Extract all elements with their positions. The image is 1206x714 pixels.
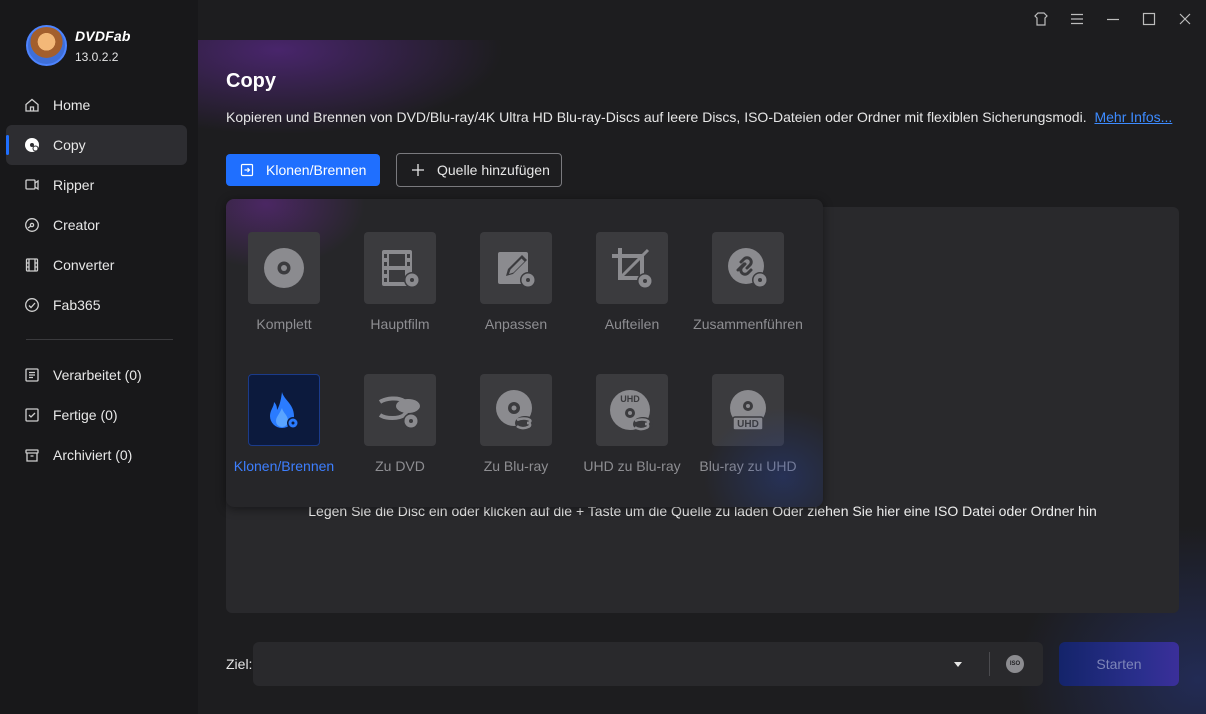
mode-icon-box — [364, 232, 436, 304]
sidebar-item-processing[interactable]: Verarbeitet (0) — [6, 355, 187, 395]
mode-label: Komplett — [256, 316, 312, 332]
sidebar-item-home[interactable]: Home — [6, 85, 187, 125]
mode-icon-box: UHD — [712, 374, 784, 446]
sidebar-item-fab365[interactable]: Fab365 — [6, 285, 187, 325]
merge-link-icon — [728, 248, 768, 288]
mode-label: Aufteilen — [604, 316, 660, 332]
minimize-icon[interactable] — [1105, 11, 1121, 27]
clone-burn-mode-button[interactable]: Klonen/Brennen — [226, 154, 380, 186]
mode-anpassen[interactable]: Anpassen — [458, 232, 574, 332]
sidebar-item-label: Home — [53, 97, 91, 113]
add-source-button[interactable]: Quelle hinzufügen — [396, 153, 562, 187]
ripper-icon — [24, 177, 40, 193]
output-label: Ziel: — [226, 656, 253, 672]
copy-disc-icon — [24, 137, 40, 153]
uhd-to-bluray-icon: UHD — [610, 390, 653, 431]
maximize-icon[interactable] — [1141, 11, 1157, 27]
copy-mode-panel: Komplett Hauptfilm Anpassen Aufteilen Zu… — [226, 199, 823, 507]
mode-switch-icon — [240, 163, 254, 177]
description-text: Kopieren und Brennen von DVD/Blu-ray/4K … — [226, 109, 1087, 125]
mode-bluray-zu-uhd[interactable]: UHD Blu-ray zu UHD — [690, 374, 806, 474]
svg-text:UHD: UHD — [620, 394, 640, 404]
app-name: DVDFab — [75, 27, 131, 44]
brand: DVDFab 13.0.2.2 — [26, 25, 131, 66]
sidebar-item-label: Fab365 — [53, 297, 101, 313]
split-crop-icon — [612, 248, 653, 289]
sidebar-item-finished[interactable]: Fertige (0) — [6, 395, 187, 435]
mode-label: Zu DVD — [375, 458, 425, 474]
plus-icon — [411, 163, 425, 177]
svg-text:UHD: UHD — [737, 419, 759, 430]
page-description: Kopieren und Brennen von DVD/Blu-ray/4K … — [226, 109, 1172, 125]
mode-label: Blu-ray zu UHD — [699, 458, 797, 474]
mode-label: Hauptfilm — [370, 316, 430, 332]
sidebar-item-label: Creator — [53, 217, 100, 233]
mode-icon-box: UHD — [596, 374, 668, 446]
chevron-down-icon[interactable] — [952, 658, 964, 670]
mode-button-label: Klonen/Brennen — [266, 162, 367, 178]
close-icon[interactable] — [1177, 11, 1193, 27]
clone-burn-flame-icon — [270, 392, 299, 429]
mode-icon-box — [248, 232, 320, 304]
mode-icon-box — [364, 374, 436, 446]
film-strip-icon — [382, 250, 420, 288]
sidebar-item-label: Verarbeitet (0) — [53, 367, 142, 383]
mode-zu-bluray[interactable]: Zu Blu-ray — [458, 374, 574, 474]
mode-icon-box — [248, 374, 320, 446]
output-target-select[interactable]: ISO — [253, 642, 1043, 686]
bluray-to-uhd-icon: UHD — [730, 390, 766, 431]
mode-aufteilen[interactable]: Aufteilen — [574, 232, 690, 332]
mode-label: Zu Blu-ray — [483, 458, 549, 474]
mode-icon-box — [596, 232, 668, 304]
sidebar-item-label: Converter — [53, 257, 115, 273]
mode-icon-box — [480, 374, 552, 446]
mode-label: UHD zu Blu-ray — [583, 458, 681, 474]
mode-komplett[interactable]: Komplett — [226, 232, 342, 332]
sidebar-item-archived[interactable]: Archiviert (0) — [6, 435, 187, 475]
shirt-skin-icon[interactable] — [1033, 11, 1049, 27]
mode-icon-box — [480, 232, 552, 304]
sidebar-item-label: Archiviert (0) — [53, 447, 133, 463]
menu-icon[interactable] — [1069, 11, 1085, 27]
sidebar-item-label: Ripper — [53, 177, 95, 193]
mode-uhd-zu-bluray[interactable]: UHD UHD zu Blu-ray — [574, 374, 690, 474]
creator-icon — [24, 217, 40, 233]
page-title: Copy — [226, 70, 276, 92]
sidebar-divider — [26, 339, 173, 340]
mode-zu-dvd[interactable]: Zu DVD — [342, 374, 458, 474]
mode-label: Klonen/Brennen — [233, 458, 335, 474]
sidebar-item-copy[interactable]: Copy — [6, 125, 187, 165]
home-icon — [24, 97, 40, 113]
mode-zusammenfuehren[interactable]: Zusammenführen — [690, 232, 806, 332]
finished-icon — [24, 407, 40, 423]
add-source-label: Quelle hinzufügen — [437, 162, 550, 178]
bluray-to-dvd-icon — [378, 396, 420, 429]
customize-edit-icon — [498, 252, 536, 288]
mode-label: Zusammenführen — [693, 316, 803, 332]
mode-icon-box — [712, 232, 784, 304]
to-bluray-icon — [496, 390, 535, 430]
mode-hauptfilm[interactable]: Hauptfilm — [342, 232, 458, 332]
sidebar: DVDFab 13.0.2.2 Home Copy Ripper Creator… — [0, 0, 198, 714]
converter-icon — [24, 257, 40, 273]
fab365-icon — [24, 297, 40, 313]
iso-icon[interactable]: ISO — [1006, 655, 1024, 673]
sidebar-item-creator[interactable]: Creator — [6, 205, 187, 245]
processing-list-icon — [24, 367, 40, 383]
disc-full-icon — [264, 248, 304, 288]
app-version: 13.0.2.2 — [75, 49, 119, 64]
output-separator — [989, 652, 990, 676]
mode-klonen-brennen[interactable]: Klonen/Brennen — [226, 374, 342, 474]
more-info-link[interactable]: Mehr Infos... — [1094, 109, 1172, 125]
archive-icon — [24, 447, 40, 463]
start-button[interactable]: Starten — [1059, 642, 1179, 686]
sidebar-item-label: Copy — [53, 137, 86, 153]
sidebar-item-label: Fertige (0) — [53, 407, 118, 423]
dvdfab-logo-icon — [26, 25, 67, 66]
sidebar-item-ripper[interactable]: Ripper — [6, 165, 187, 205]
mode-label: Anpassen — [484, 316, 548, 332]
sidebar-item-converter[interactable]: Converter — [6, 245, 187, 285]
